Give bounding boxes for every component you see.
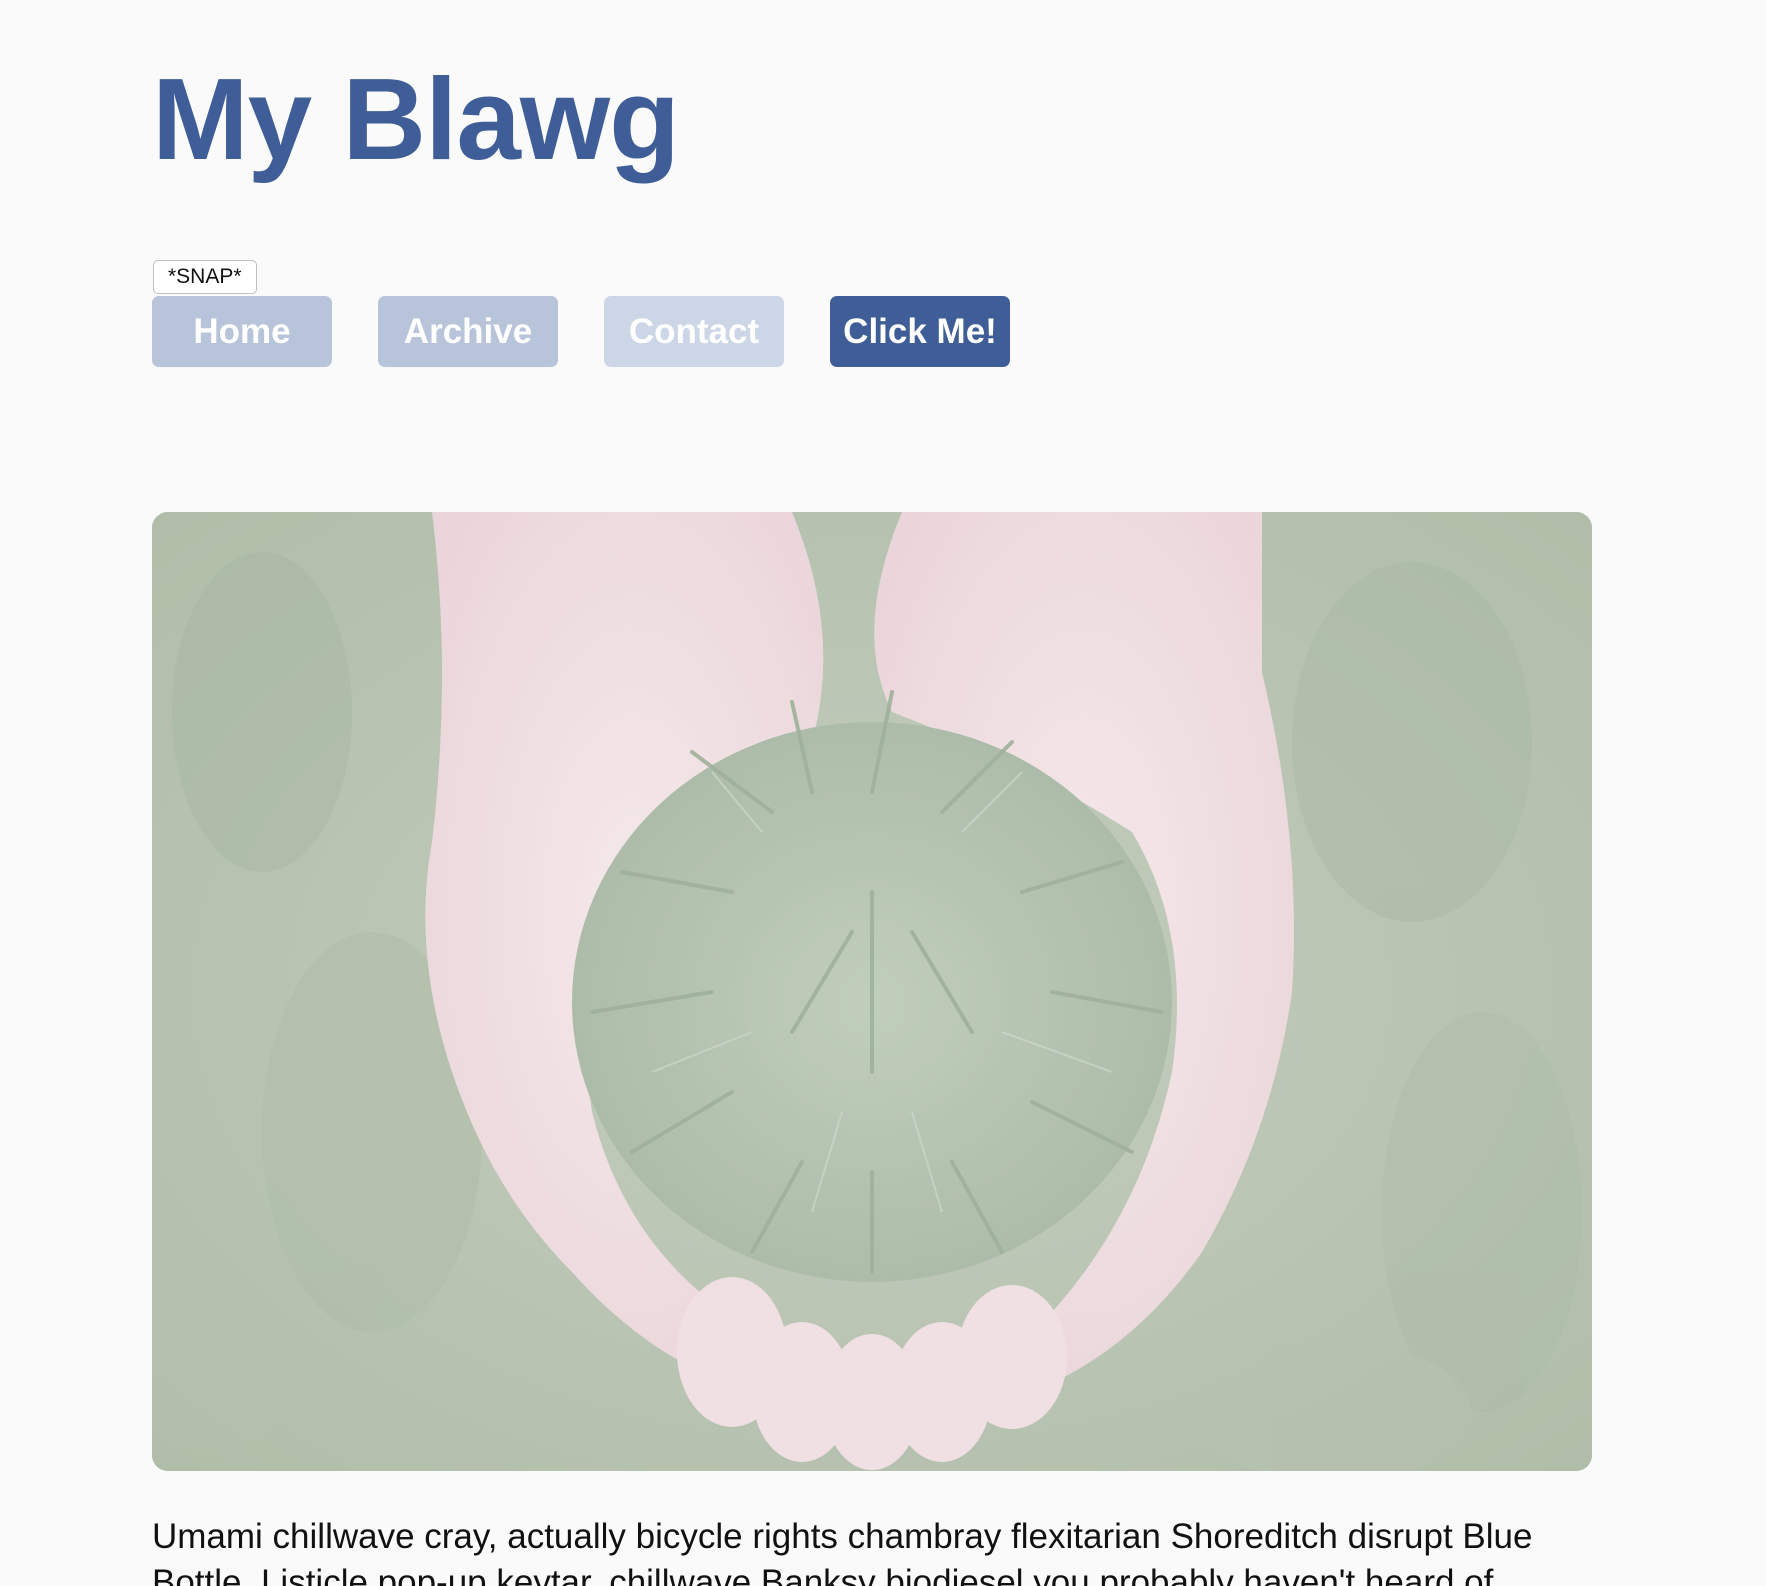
nav-contact-button[interactable]: Contact — [604, 296, 784, 367]
snap-tooltip: *SNAP* — [153, 260, 257, 294]
nav-home-button[interactable]: Home — [152, 296, 332, 367]
click-me-button[interactable]: Click Me! — [830, 296, 1010, 367]
site-title: My Blawg — [152, 54, 680, 184]
photo-icon — [152, 512, 1592, 1471]
nav-archive-button[interactable]: Archive — [378, 296, 558, 367]
hero-image — [152, 512, 1592, 1471]
page: My Blawg *SNAP* Home Archive Contact Cli… — [0, 0, 1766, 1586]
article-paragraph: Umami chillwave cray, actually bicycle r… — [152, 1517, 1533, 1586]
